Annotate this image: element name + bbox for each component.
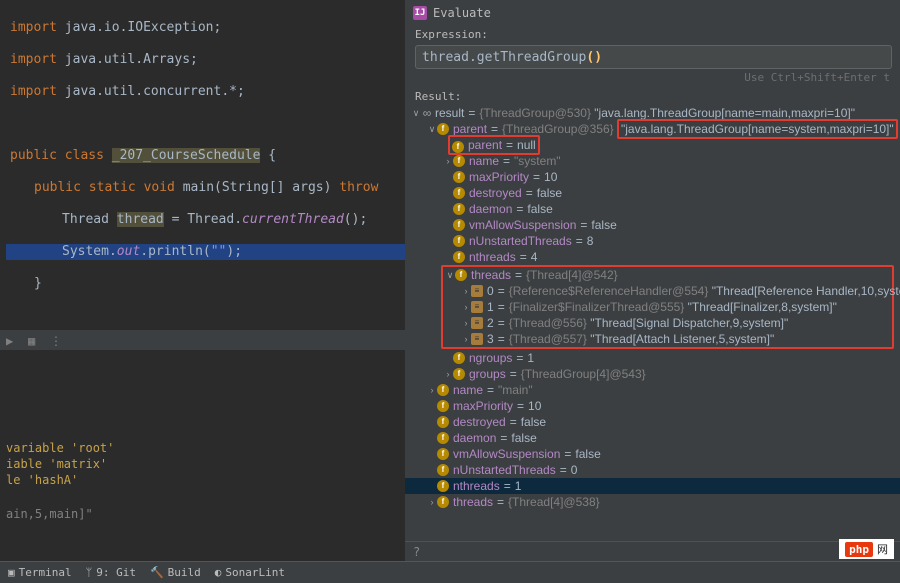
tree-row[interactable]: fmaxPriority=10 — [405, 398, 900, 414]
expression-label: Expression: — [405, 26, 900, 43]
more-icon[interactable]: ⋮ — [50, 334, 62, 346]
code-area[interactable]: import java.io.IOException; import java.… — [0, 0, 405, 324]
result-tree[interactable]: ∨∞ result = {ThreadGroup@530} "java.lang… — [405, 105, 900, 541]
branch-icon: ᛘ — [86, 566, 93, 579]
tree-row[interactable]: ›fname="system" — [405, 153, 900, 169]
run-icon[interactable]: ▶ — [6, 334, 18, 346]
method-name: main — [183, 180, 214, 195]
terminal-icon: ▣ — [8, 566, 15, 579]
tree-row[interactable]: fngroups=1 — [405, 350, 900, 366]
inspection-item[interactable]: variable 'root' — [6, 440, 405, 456]
evaluate-title: Evaluate — [433, 6, 491, 20]
result-label: Result: — [405, 88, 900, 105]
sonarlint-tab[interactable]: ◐SonarLint — [215, 566, 285, 579]
tree-row[interactable]: fvmAllowSuspension=false — [405, 217, 900, 233]
tree-row-thread-2[interactable]: ›≡2={Thread@556} "Thread[Signal Dispatch… — [443, 315, 892, 331]
evaluate-titlebar[interactable]: IJ Evaluate — [405, 0, 900, 26]
tree-row[interactable]: ›fname="main" — [405, 382, 900, 398]
expression-hint: Use Ctrl+Shift+Enter t — [405, 71, 900, 88]
tree-row-parent-null[interactable]: fparent=null — [405, 137, 900, 153]
import-line: java.util.concurrent.* — [65, 84, 237, 99]
sonar-icon: ◐ — [215, 566, 222, 579]
tree-row[interactable]: fnUnstartedThreads=8 — [405, 233, 900, 249]
inspection-value: ain,5,main]" — [6, 506, 405, 522]
git-tab[interactable]: ᛘ9: Git — [86, 566, 136, 579]
tree-row[interactable]: fdaemon=false — [405, 430, 900, 446]
tree-row-thread-3[interactable]: ›≡3={Thread@557} "Thread[Attach Listener… — [443, 331, 892, 347]
build-tab[interactable]: 🔨Build — [150, 566, 201, 579]
hammer-icon: 🔨 — [150, 566, 164, 579]
var-thread: thread — [117, 212, 164, 227]
tree-row-nthreads-selected[interactable]: fnthreads=1 — [405, 478, 900, 494]
inspection-item[interactable]: le 'hashA' — [6, 472, 405, 488]
code-editor-pane[interactable]: import java.io.IOException; import java.… — [0, 0, 405, 561]
tree-row-threads[interactable]: ∨fthreads={Thread[4]@542} — [443, 267, 892, 283]
tree-row[interactable]: ›fthreads={Thread[4]@538} — [405, 494, 900, 510]
intellij-logo-icon: IJ — [413, 6, 427, 20]
evaluate-panel: IJ Evaluate Expression: thread.getThread… — [405, 0, 900, 561]
inspection-item[interactable]: iable 'matrix' — [6, 456, 405, 472]
tree-row[interactable]: ›fgroups={ThreadGroup[4]@543} — [405, 366, 900, 382]
import-line: java.util.Arrays — [65, 52, 190, 67]
inspection-panel: variable 'root' iable 'matrix' le 'hashA… — [0, 440, 405, 522]
highlight-system-group: "java.lang.ThreadGroup[name=system,maxpr… — [617, 119, 898, 139]
status-bar: ▣Terminal ᛘ9: Git 🔨Build ◐SonarLint — [0, 561, 900, 583]
tree-row[interactable]: fnUnstartedThreads=0 — [405, 462, 900, 478]
tree-row-thread-0[interactable]: ›≡0={Reference$ReferenceHandler@554} "Th… — [443, 283, 892, 299]
tree-row[interactable]: fvmAllowSuspension=false — [405, 446, 900, 462]
highlight-threads-array: ∨fthreads={Thread[4]@542} ›≡0={Reference… — [441, 265, 894, 349]
editor-toolbar: ▶ ▦ ⋮ — [0, 330, 405, 350]
tree-row[interactable]: fdestroyed=false — [405, 185, 900, 201]
watermark: php网 — [839, 539, 894, 559]
tree-row[interactable]: fnthreads=4 — [405, 249, 900, 265]
tree-row[interactable]: fdaemon=false — [405, 201, 900, 217]
class-name: _207_CourseSchedule — [112, 148, 261, 163]
class-keyword: public class — [10, 148, 104, 163]
evaluate-footer: ? — [405, 541, 900, 561]
expression-input[interactable]: thread.getThreadGroup() — [415, 45, 892, 69]
tree-row[interactable]: fmaxPriority=10 — [405, 169, 900, 185]
tree-row[interactable]: fdestroyed=false — [405, 414, 900, 430]
selected-code-line[interactable]: System.out.println(""); — [6, 244, 405, 260]
grid-icon[interactable]: ▦ — [28, 334, 40, 346]
tree-row-thread-1[interactable]: ›≡1={Finalizer$FinalizerThread@555} "Thr… — [443, 299, 892, 315]
help-icon[interactable]: ? — [413, 545, 420, 559]
import-line: java.io.IOException — [65, 20, 214, 35]
terminal-tab[interactable]: ▣Terminal — [8, 566, 72, 579]
